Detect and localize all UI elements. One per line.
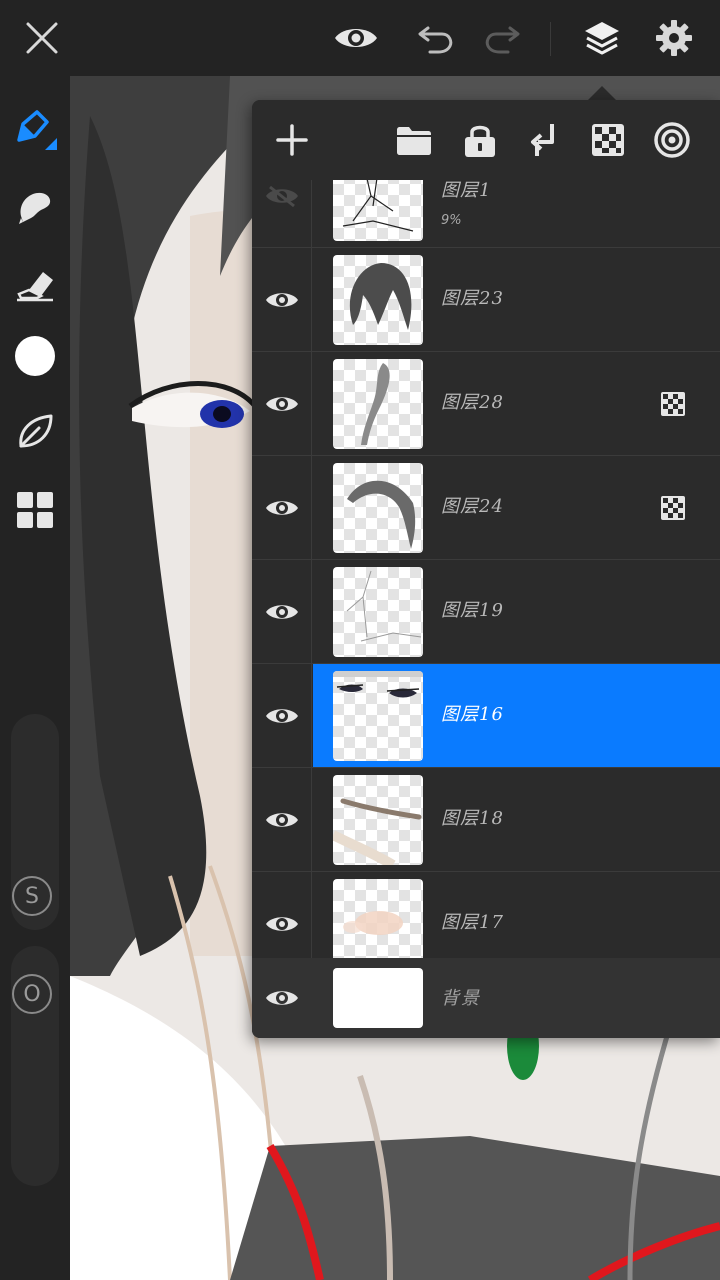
add-layer-icon[interactable] xyxy=(268,116,316,164)
layer-name: 图层1 xyxy=(441,180,492,201)
layer-opacity: 9% xyxy=(441,213,462,228)
layers-icon[interactable] xyxy=(578,14,626,62)
layers-panel-toolbar xyxy=(252,100,720,180)
tool-sidebar: S O xyxy=(0,76,70,1280)
layer-row[interactable]: 图层23 xyxy=(252,248,720,352)
eye-icon[interactable] xyxy=(252,248,312,351)
opacity-label: O xyxy=(12,974,52,1014)
layer-thumbnail xyxy=(333,255,423,345)
background-thumbnail xyxy=(333,968,423,1028)
eye-icon[interactable] xyxy=(332,14,380,62)
layer-name: 图层19 xyxy=(441,600,504,621)
layer-name: 图层17 xyxy=(441,912,504,933)
redo-icon[interactable] xyxy=(478,14,526,62)
opacity-slider[interactable]: O xyxy=(11,946,59,1186)
toolbar-divider xyxy=(550,22,551,56)
smudge-tool-icon[interactable] xyxy=(11,182,59,230)
brush-tool-icon[interactable] xyxy=(11,104,59,152)
app-root: S O 9% 图层1 图层23 图层28 图层24 图层19 图层16 图层18… xyxy=(0,0,720,1280)
hidden-eye-icon[interactable] xyxy=(252,180,312,247)
layer-name: 图层16 xyxy=(441,704,504,725)
layer-row[interactable]: 9% 图层1 xyxy=(252,180,720,248)
layer-name: 图层28 xyxy=(441,392,504,413)
undo-icon[interactable] xyxy=(412,14,460,62)
layer-body[interactable]: 图层18 xyxy=(313,768,720,871)
size-label: S xyxy=(12,876,52,916)
merge-down-icon[interactable] xyxy=(520,116,568,164)
layer-thumbnail xyxy=(333,463,423,553)
eye-icon[interactable] xyxy=(252,768,312,871)
layer-thumbnail xyxy=(333,567,423,657)
gallery-grid-icon[interactable] xyxy=(11,486,59,534)
leaf-icon[interactable] xyxy=(11,408,59,456)
layer-name: 图层23 xyxy=(441,288,504,309)
color-swatch[interactable] xyxy=(11,332,59,380)
panel-pointer xyxy=(588,86,616,100)
layer-row[interactable]: 图层18 xyxy=(252,768,720,872)
blend-icon[interactable] xyxy=(648,116,696,164)
alpha-lock-indicator-icon xyxy=(660,391,686,417)
layer-thumbnail xyxy=(333,359,423,449)
layer-thumbnail xyxy=(333,879,423,958)
layer-body[interactable]: 图层16 xyxy=(313,664,720,767)
layers-panel: 9% 图层1 图层23 图层28 图层24 图层19 图层16 图层18 图层1… xyxy=(252,100,720,1038)
alpha-lock-icon[interactable] xyxy=(584,116,632,164)
eye-icon[interactable] xyxy=(252,560,312,663)
lock-icon[interactable] xyxy=(456,116,504,164)
layer-row[interactable]: 图层24 xyxy=(252,456,720,560)
layer-row[interactable]: 图层28 xyxy=(252,352,720,456)
layer-thumbnail xyxy=(333,671,423,761)
background-layer-row[interactable]: 背景 xyxy=(252,958,720,1038)
layer-row-selected[interactable]: 图层16 xyxy=(252,664,720,768)
eye-icon[interactable] xyxy=(252,872,312,958)
layer-list[interactable]: 9% 图层1 图层23 图层28 图层24 图层19 图层16 图层18 图层1… xyxy=(252,180,720,958)
layer-name: 图层24 xyxy=(441,496,504,517)
folder-icon[interactable] xyxy=(390,116,438,164)
alpha-lock-indicator-icon xyxy=(660,495,686,521)
layer-body[interactable]: 图层24 xyxy=(313,456,720,559)
settings-icon[interactable] xyxy=(650,14,698,62)
layer-thumbnail xyxy=(333,180,423,241)
layer-name: 图层18 xyxy=(441,808,504,829)
layer-body[interactable]: 9% 图层1 xyxy=(313,180,720,247)
layer-body[interactable]: 图层28 xyxy=(313,352,720,455)
eye-icon[interactable] xyxy=(252,664,312,767)
layer-body[interactable]: 图层17 xyxy=(313,872,720,958)
top-toolbar xyxy=(0,0,720,76)
eraser-tool-icon[interactable] xyxy=(11,260,59,308)
layer-body[interactable]: 图层23 xyxy=(313,248,720,351)
brush-size-slider[interactable]: S xyxy=(11,714,59,930)
eye-icon[interactable] xyxy=(252,456,312,559)
layer-thumbnail xyxy=(333,775,423,865)
eye-icon[interactable] xyxy=(252,958,312,1038)
close-icon[interactable] xyxy=(18,14,66,62)
layer-body[interactable]: 图层19 xyxy=(313,560,720,663)
layer-row[interactable]: 图层17 xyxy=(252,872,720,958)
layer-row[interactable]: 图层19 xyxy=(252,560,720,664)
background-layer-name: 背景 xyxy=(441,988,481,1009)
eye-icon[interactable] xyxy=(252,352,312,455)
